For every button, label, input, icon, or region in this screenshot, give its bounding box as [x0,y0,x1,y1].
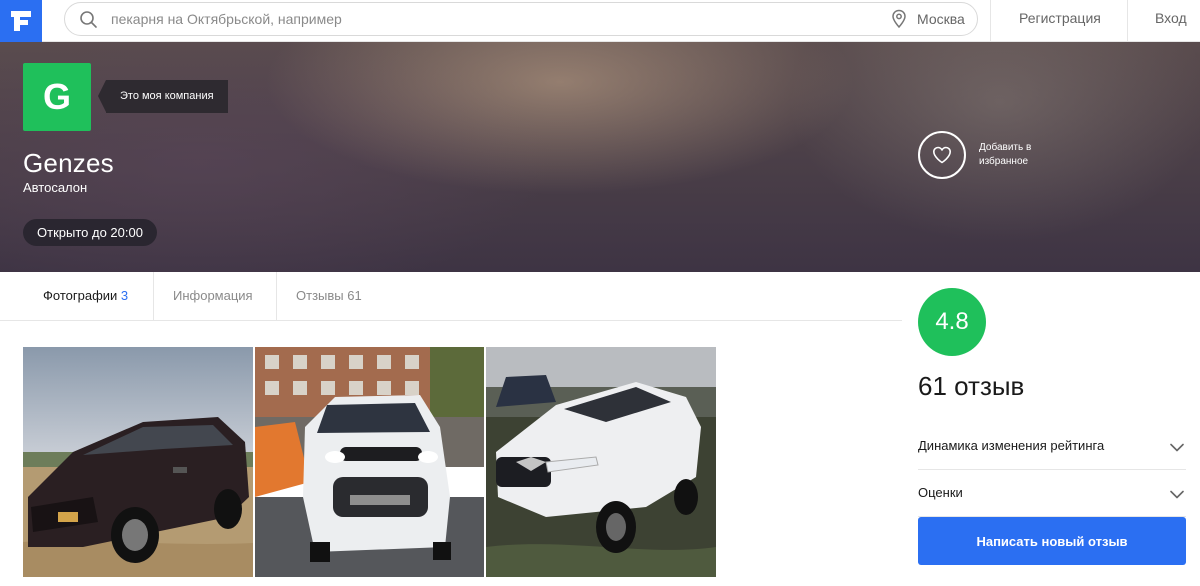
company-name: Genzes [23,148,114,178]
company-tabs: Фотографии 3 Информация Отзывы 61 [0,272,902,321]
flamp-logo-icon [11,11,31,31]
rating-badge: 4.8 [918,288,986,356]
search-icon[interactable] [79,10,99,35]
rating-dynamics-dropdown[interactable]: Динамика изменения рейтинга [918,423,1186,470]
login-link[interactable]: Вход [1155,10,1187,26]
top-bar: Москва Регистрация Вход [0,0,1200,42]
tab-reviews[interactable]: Отзывы 61 [276,272,382,320]
photo-2[interactable] [255,347,484,577]
add-to-favorites-label[interactable]: Добавить в избранное [979,141,1069,169]
location-pin-icon[interactable] [891,9,907,34]
search-bar: Москва [64,2,978,36]
divider [1127,0,1128,42]
company-logo-letter: G [42,76,71,117]
tab-label: Фотографии [43,288,118,303]
write-review-button[interactable]: Написать новый отзыв [918,517,1186,565]
tab-information[interactable]: Информация [153,272,273,320]
search-input[interactable] [111,8,811,30]
chevron-down-icon [1170,439,1184,457]
company-category: Автосалон [23,180,88,195]
city-selector[interactable]: Москва [917,11,965,27]
rating-dynamics-label: Динамика изменения рейтинга [918,438,1105,453]
tab-label: Информация [173,288,253,303]
company-logo: G [23,63,91,131]
heart-icon [933,146,951,164]
company-hero: G Это моя компания Genzes Автосалон Откр… [0,42,1200,272]
site-logo[interactable] [0,0,42,42]
tab-count: 3 [120,288,129,303]
tab-count: 61 [347,288,362,303]
my-company-button[interactable]: Это моя компания [98,80,228,113]
add-to-favorites-button[interactable] [918,131,966,179]
divider [990,0,991,42]
tab-label: Отзывы [296,288,344,303]
chevron-down-icon [1170,486,1184,504]
tab-photos[interactable]: Фотографии 3 [23,272,148,320]
photo-1[interactable] [23,347,253,577]
register-link[interactable]: Регистрация [1019,10,1101,26]
reviews-count: 61 отзыв [918,371,1025,401]
photo-3[interactable] [486,347,716,577]
ratings-label: Оценки [918,485,963,500]
ratings-dropdown[interactable]: Оценки [918,470,1186,517]
opening-hours-badge: Открыто до 20:00 [23,219,157,246]
